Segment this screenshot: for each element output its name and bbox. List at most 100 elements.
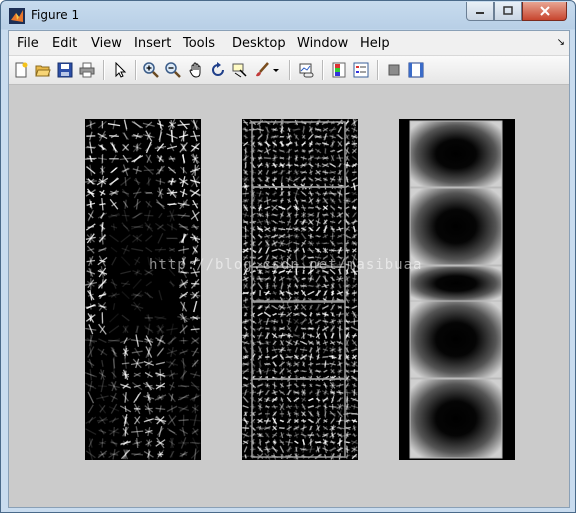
save-icon[interactable]	[56, 61, 74, 79]
hog-stroke	[338, 332, 341, 340]
hog-stroke	[279, 199, 284, 202]
hog-stroke	[182, 358, 185, 369]
menu-file[interactable]: File	[17, 36, 39, 51]
link-plot-icon[interactable]	[298, 61, 316, 79]
hog-stroke	[85, 189, 96, 197]
hog-stroke	[321, 304, 329, 310]
hog-stroke	[87, 346, 95, 358]
hog-stroke	[351, 211, 358, 218]
hog-stroke	[101, 153, 104, 164]
hog-stroke	[307, 448, 315, 451]
brush-icon[interactable]	[253, 61, 271, 79]
new-figure-icon[interactable]	[12, 61, 30, 79]
hog-stroke	[190, 119, 200, 130]
insert-legend-icon[interactable]	[352, 61, 370, 79]
hog-stroke	[166, 237, 178, 240]
hog-stroke	[330, 417, 336, 425]
hog-stroke	[294, 420, 299, 422]
hog-stroke	[154, 394, 167, 401]
hog-stroke	[346, 141, 349, 147]
hog-stroke	[177, 123, 190, 126]
rotate-3d-icon[interactable]	[209, 61, 227, 79]
hog-stroke	[307, 285, 315, 287]
watermark-text: http://blog.csdn.net/masibuaa	[149, 257, 423, 273]
hide-plot-tools-icon[interactable]	[385, 61, 403, 79]
hog-stroke	[337, 292, 343, 295]
title-bar[interactable]: Figure 1	[1, 1, 575, 30]
hog-stroke	[285, 405, 293, 408]
menu-help[interactable]: Help	[360, 36, 390, 51]
menu-window[interactable]: Window	[297, 36, 348, 51]
hog-stroke	[169, 280, 175, 288]
hog-stroke	[121, 314, 130, 322]
brush-dropdown-icon[interactable]	[271, 61, 281, 79]
hog-stroke	[301, 232, 306, 240]
open-file-icon[interactable]	[34, 61, 52, 79]
hog-stroke	[277, 248, 286, 253]
hog-stroke	[316, 396, 320, 404]
hog-stroke	[111, 392, 117, 403]
hog-stroke	[307, 398, 314, 402]
hog-stroke	[249, 247, 257, 254]
data-cursor-icon[interactable]	[231, 61, 249, 79]
hog-stroke	[299, 348, 308, 352]
close-button[interactable]	[522, 2, 567, 21]
hog-stroke	[353, 404, 356, 410]
hog-stroke	[87, 404, 94, 414]
hog-stroke	[131, 453, 144, 456]
hog-stroke	[322, 135, 329, 138]
menu-edit[interactable]: Edit	[52, 36, 77, 51]
hog-stroke	[287, 132, 291, 141]
menu-desktop[interactable]: Desktop	[232, 36, 286, 51]
pointer-icon[interactable]	[111, 61, 129, 79]
hog-stroke	[352, 277, 357, 281]
menu-tools[interactable]: Tools	[183, 36, 215, 51]
hog-stroke	[131, 304, 144, 310]
hog-stroke	[280, 410, 283, 418]
hog-stroke	[285, 228, 293, 231]
insert-colorbar-icon[interactable]	[330, 61, 348, 79]
hog-stroke	[286, 341, 292, 345]
hog-stroke	[272, 369, 277, 373]
window-title: Figure 1	[31, 8, 80, 22]
hog-stroke	[110, 189, 118, 197]
hog-stroke	[345, 120, 349, 125]
dock-arrow-icon[interactable]: ↘	[557, 37, 565, 48]
hog-stroke	[330, 327, 335, 331]
hog-stroke	[338, 383, 342, 388]
hog-stroke	[192, 203, 199, 206]
hog-stroke	[258, 412, 263, 415]
zoom-in-icon[interactable]	[142, 61, 160, 79]
zoom-out-icon[interactable]	[164, 61, 182, 79]
print-icon[interactable]	[78, 61, 96, 79]
hog-stroke	[295, 382, 298, 388]
hog-stroke	[134, 256, 141, 266]
hog-stroke	[88, 416, 94, 424]
hog-stroke	[288, 333, 291, 339]
minimize-icon	[476, 12, 484, 14]
hog-stroke	[338, 397, 342, 402]
menu-view[interactable]: View	[91, 36, 122, 51]
hog-stroke	[244, 190, 247, 197]
hog-stroke	[109, 198, 119, 210]
hog-stroke	[109, 417, 119, 423]
menu-insert[interactable]: Insert	[134, 36, 171, 51]
show-plot-tools-icon[interactable]	[407, 61, 425, 79]
hog-stroke	[113, 426, 115, 437]
figure-canvas[interactable]: http://blog.csdn.net/masibuaa	[9, 85, 569, 507]
pan-icon[interactable]	[187, 61, 205, 79]
hog-stroke	[259, 290, 262, 296]
hog-stroke	[324, 275, 327, 283]
hog-stroke	[266, 196, 269, 205]
hog-stroke	[124, 405, 127, 412]
hog-stroke	[257, 282, 263, 290]
hog-stroke	[294, 169, 298, 176]
hog-stroke	[132, 381, 143, 391]
hog-stroke	[257, 346, 263, 354]
hog-stroke	[287, 127, 291, 132]
hog-stroke	[131, 430, 144, 433]
minimize-button[interactable]	[466, 2, 494, 21]
hog-stroke	[266, 418, 269, 424]
maximize-button[interactable]	[494, 2, 522, 21]
hog-stroke	[179, 226, 188, 228]
